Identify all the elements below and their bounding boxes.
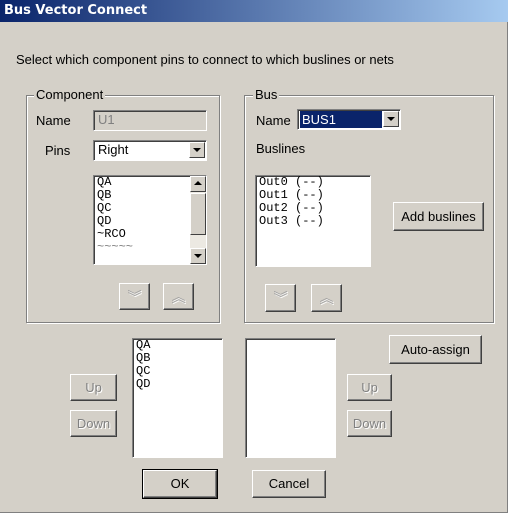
double-chevron-up-icon: ︽ (319, 290, 334, 306)
instruction-text: Select which component pins to connect t… (16, 52, 394, 67)
list-item[interactable]: QD (133, 378, 222, 391)
pins-dropdown-arrow-icon[interactable] (189, 142, 205, 158)
pins-dropdown[interactable]: Right (93, 140, 207, 161)
dialog-title: Bus Vector Connect (4, 3, 148, 18)
cancel-button[interactable]: Cancel (252, 470, 326, 498)
move-buslines-down-button[interactable]: ︾ (265, 284, 296, 312)
scroll-down-icon[interactable] (190, 248, 206, 264)
pins-dropdown-value: Right (98, 142, 129, 157)
component-pins-listbox[interactable]: QA QB QC QD ~RCO ~~~~~ (93, 175, 207, 265)
double-chevron-up-icon: ︽ (171, 288, 186, 305)
component-name-field[interactable]: U1 (93, 110, 207, 131)
buslines-label: Buslines (256, 141, 306, 156)
buslines-listbox[interactable]: Out0 (--) Out1 (--) Out2 (--) Out3 (--) (255, 175, 371, 267)
left-up-button[interactable]: Up (70, 374, 117, 401)
auto-assign-button[interactable]: Auto-assign (389, 335, 482, 364)
bus-name-dropdown[interactable]: BUS1 (297, 109, 401, 130)
list-item[interactable]: Out3 (--) (256, 215, 370, 228)
bus-dropdown-arrow-icon[interactable] (383, 111, 399, 127)
title-bar: Bus Vector Connect (0, 0, 508, 22)
move-buslines-up-button[interactable]: ︽ (311, 284, 342, 312)
bus-name-label: Name (256, 113, 291, 128)
component-name-value: U1 (98, 112, 115, 127)
component-name-label: Name (36, 113, 71, 128)
scroll-thumb[interactable] (190, 193, 206, 235)
move-pins-down-button[interactable]: ︾ (119, 283, 150, 310)
double-chevron-down-icon: ︾ (127, 288, 142, 305)
add-buslines-button[interactable]: Add buslines (393, 202, 484, 231)
pins-scrollbar[interactable] (190, 176, 206, 264)
bus-group-label: Bus (253, 87, 280, 102)
assigned-pins-listbox[interactable]: QA QB QC QD (132, 338, 223, 458)
ok-button[interactable]: OK (142, 469, 218, 499)
bus-name-value: BUS1 (300, 111, 382, 128)
left-down-button[interactable]: Down (70, 410, 117, 437)
pins-label: Pins (45, 143, 71, 158)
assigned-buslines-listbox[interactable] (245, 338, 336, 458)
right-down-button[interactable]: Down (347, 410, 392, 437)
move-pins-up-button[interactable]: ︽ (163, 283, 194, 310)
scroll-up-icon[interactable] (190, 176, 206, 192)
right-up-button[interactable]: Up (347, 374, 392, 401)
component-group-label: Component (34, 87, 106, 102)
bus-vector-connect-dialog: Bus Vector Connect Select which componen… (0, 0, 508, 513)
double-chevron-down-icon: ︾ (273, 290, 288, 306)
